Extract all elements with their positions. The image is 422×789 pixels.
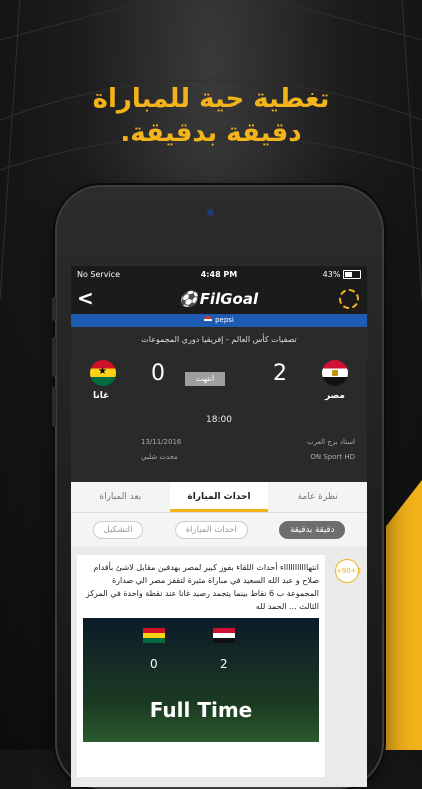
match-date: 13/11/2016 [141, 438, 182, 446]
sponsor-text: pepsi [215, 316, 234, 324]
chip-lineup[interactable]: التشكيل [92, 521, 144, 539]
chip-minute-by-minute[interactable]: دقيقة بدقيقة [279, 521, 346, 539]
app-screen: No Service 4:48 PM 43% < ⚽ FilGoal pepsi … [71, 266, 367, 787]
tab-after-match[interactable]: بعد المباراة [71, 482, 170, 512]
tab-overview[interactable]: نظرة عامة [268, 482, 367, 512]
egypt-flag-icon [213, 628, 235, 643]
home-score: 2 [273, 361, 287, 386]
feed-text: انتهاااااااااااء أحداث اللقاء بفوز كبير … [85, 563, 319, 611]
battery-icon [343, 270, 361, 279]
promo-line-2: دقيقة بدقيقة. [120, 118, 302, 148]
tv-channel: ON Sport HD [310, 453, 355, 461]
egypt-flag-icon [322, 360, 348, 386]
minute-badge: +90+3 [335, 559, 361, 583]
phone-volume-down [52, 387, 56, 427]
competition-title: تصفيات كأس العالم - إفريقيا دوري المجموع… [141, 335, 297, 344]
match-header: تصفيات كأس العالم - إفريقيا دوري المجموع… [71, 327, 367, 482]
promo-line-1: تغطية حية للمباراة [92, 84, 330, 114]
battery-percent: 43% [322, 270, 341, 279]
kickoff-time: 18:00 [206, 415, 232, 425]
away-score: 0 [151, 361, 165, 386]
match-status-badge: انتهت [185, 372, 225, 386]
events-filter-chips: دقيقة بدقيقة احداث المباراة التشكيل [71, 513, 367, 547]
live-feed: +90+3 انتهاااااااااااء أحداث اللقاء بفوز… [71, 547, 367, 783]
updated-by: محدث شلبي [141, 453, 178, 461]
away-team-name[interactable]: غانا [93, 391, 109, 401]
phone-frame: No Service 4:48 PM 43% < ⚽ FilGoal pepsi … [52, 185, 384, 789]
ghana-flag-icon [90, 360, 116, 386]
app-navbar: < ⚽ FilGoal [71, 284, 367, 314]
front-camera [207, 209, 214, 216]
promo-headline: تغطية حية للمباراة دقيقة بدقيقة. [0, 82, 422, 150]
phone-mute-button [52, 297, 56, 321]
ghana-flag-icon [143, 628, 165, 643]
chip-match-events[interactable]: احداث المباراة [174, 521, 248, 539]
filgoal-logo: ⚽ FilGoal [179, 290, 259, 308]
home-team-name[interactable]: مصر [325, 391, 345, 401]
status-bar: No Service 4:48 PM 43% [71, 266, 367, 284]
tab-match-events[interactable]: احداث المباراة [169, 482, 269, 512]
battery-status: 43% [323, 270, 361, 279]
pepsi-logo-icon [204, 316, 213, 324]
sponsor-banner[interactable]: pepsi [71, 314, 367, 327]
back-button[interactable]: < [77, 286, 94, 310]
full-time-image: 0 2 Full Time [83, 618, 319, 742]
refresh-icon[interactable] [339, 289, 359, 309]
full-time-caption: Full Time [149, 698, 253, 722]
match-tabs: نظرة عامة احداث المباراة بعد المباراة [71, 482, 367, 513]
feed-card[interactable]: انتهاااااااااااء أحداث اللقاء بفوز كبير … [77, 555, 325, 777]
image-ghana-score: 0 [150, 657, 158, 671]
stadium-label: استاد برج العرب [307, 438, 355, 446]
image-egypt-score: 2 [220, 657, 228, 671]
phone-volume-up [52, 337, 56, 377]
